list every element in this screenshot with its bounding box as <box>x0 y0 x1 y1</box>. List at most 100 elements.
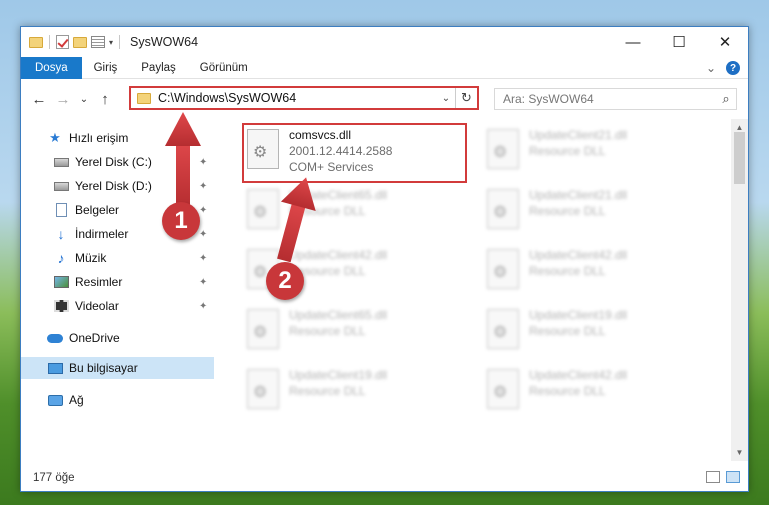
network-icon <box>47 393 63 407</box>
file-name: UpdateClient19.dll <box>529 308 628 322</box>
star-icon: ★ <box>49 130 61 145</box>
tiles-view-icon[interactable] <box>726 471 740 483</box>
details-view-icon[interactable] <box>706 471 720 483</box>
tab-view[interactable]: Görünüm <box>188 57 260 79</box>
sidebar-item-pictures[interactable]: Resimler ✦ <box>21 271 214 293</box>
search-input[interactable]: Ara: SysWOW64 <box>503 92 716 106</box>
sidebar-item-label: Ağ <box>69 393 84 407</box>
properties-check-icon[interactable] <box>56 35 69 49</box>
file-name: UpdateClient21.dll <box>529 188 628 202</box>
customize-toolbar-arrow-icon[interactable]: ▾ <box>109 38 113 47</box>
explorer-window: ▾ SysWOW64 — ☐ ✕ Dosya Giriş Paylaş Görü… <box>20 26 749 492</box>
dll-file-icon <box>247 189 279 229</box>
address-bar[interactable]: C:\Windows\SysWOW64 ⌄ ↻ <box>129 86 479 110</box>
file-item[interactable]: UpdateClient19.dll Resource DLL <box>247 367 477 423</box>
recent-locations-button[interactable]: ⌄ <box>75 94 93 105</box>
file-name: UpdateClient21.dll <box>529 128 628 142</box>
pin-icon[interactable]: ✦ <box>199 277 207 288</box>
status-bar: 177 öğe <box>21 465 748 491</box>
address-text[interactable]: C:\Windows\SysWOW64 <box>158 91 437 105</box>
file-highlight-box <box>242 123 467 183</box>
sidebar-item-label: OneDrive <box>69 331 120 345</box>
dll-file-icon <box>487 309 519 349</box>
search-icon[interactable]: ⌕ <box>716 91 736 107</box>
file-item[interactable]: UpdateClient19.dll Resource DLL <box>487 307 717 363</box>
pin-icon[interactable]: ✦ <box>199 205 207 216</box>
sidebar-item-label: Yerel Disk (C:) <box>75 155 152 169</box>
sidebar-item-label: Yerel Disk (D:) <box>75 179 152 193</box>
window-title: SysWOW64 <box>130 35 199 49</box>
file-description: Resource DLL <box>529 264 606 278</box>
drive-icon <box>53 155 69 169</box>
file-item[interactable]: UpdateClient21.dll Resource DLL <box>487 127 717 183</box>
navigation-pane: ★ Hızlı erişim Yerel Disk (C:) ✦ Yerel D… <box>21 119 216 461</box>
sidebar-item-music[interactable]: ♪ Müzik ✦ <box>21 247 214 269</box>
file-name: UpdateClient65.dll <box>289 188 388 202</box>
file-item[interactable]: UpdateClient65.dll Resource DLL <box>247 307 477 363</box>
search-box[interactable]: Ara: SysWOW64 ⌕ <box>494 88 737 110</box>
file-item[interactable]: UpdateClient42.dll Resource DLL <box>487 367 717 423</box>
forward-button[interactable]: → <box>51 91 75 108</box>
sidebar-item-onedrive[interactable]: OneDrive <box>21 327 214 349</box>
tab-home[interactable]: Giriş <box>82 57 130 79</box>
pictures-icon <box>53 275 69 289</box>
vertical-scrollbar[interactable]: ▲ ▼ <box>731 119 748 461</box>
dll-file-icon <box>247 309 279 349</box>
dll-file-icon <box>247 369 279 409</box>
maximize-button[interactable]: ☐ <box>656 27 702 57</box>
folder-icon <box>29 36 43 48</box>
pin-icon[interactable]: ✦ <box>199 229 207 240</box>
dll-file-icon <box>487 249 519 289</box>
tab-file[interactable]: Dosya <box>21 56 82 79</box>
dll-file-icon <box>487 369 519 409</box>
toolbar-separator <box>119 35 121 49</box>
sidebar-item-label: Videolar <box>75 299 119 313</box>
sidebar-item-this-pc[interactable]: Bu bilgisayar <box>21 357 214 379</box>
sidebar-item-label: Hızlı erişim <box>69 131 129 145</box>
file-description: Resource DLL <box>289 384 366 398</box>
minimize-button[interactable]: — <box>610 27 656 57</box>
file-item[interactable]: UpdateClient21.dll Resource DLL <box>487 187 717 243</box>
file-description: Resource DLL <box>289 204 366 218</box>
back-button[interactable]: ← <box>27 91 51 108</box>
video-icon <box>53 299 69 313</box>
refresh-button[interactable]: ↻ <box>455 88 477 108</box>
sidebar-item-label: Resimler <box>75 275 123 289</box>
file-description: Resource DLL <box>529 384 606 398</box>
cloud-icon <box>47 331 63 345</box>
ribbon-collapse-icon[interactable]: ⌄ <box>706 61 716 75</box>
up-button[interactable]: ↑ <box>93 91 117 108</box>
item-count: 177 öğe <box>33 472 75 484</box>
pin-icon[interactable]: ✦ <box>199 301 207 312</box>
help-icon[interactable]: ? <box>726 61 740 75</box>
sidebar-item-local-disk-c[interactable]: Yerel Disk (C:) ✦ <box>21 151 214 173</box>
sidebar-item-label: İndirmeler <box>75 227 129 241</box>
pin-icon[interactable]: ✦ <box>199 181 207 192</box>
download-icon: ↓ <box>57 226 65 242</box>
scroll-thumb[interactable] <box>734 132 745 184</box>
address-dropdown-icon[interactable]: ⌄ <box>437 93 455 104</box>
drive-icon <box>53 179 69 193</box>
properties-icon[interactable] <box>91 36 105 48</box>
file-description: Resource DLL <box>529 324 606 338</box>
toolbar-separator <box>49 35 50 49</box>
step-badge-1: 1 <box>162 202 200 240</box>
sidebar-item-local-disk-d[interactable]: Yerel Disk (D:) ✦ <box>21 175 214 197</box>
new-folder-icon[interactable] <box>73 36 87 48</box>
sidebar-item-quick-access[interactable]: ★ Hızlı erişim <box>21 127 214 149</box>
ribbon-right-controls: ⌄ ? <box>706 61 740 75</box>
file-name: UpdateClient42.dll <box>289 248 388 262</box>
file-description: Resource DLL <box>529 144 606 158</box>
tab-share[interactable]: Paylaş <box>129 57 188 79</box>
file-item[interactable]: UpdateClient42.dll Resource DLL <box>487 247 717 303</box>
pin-icon[interactable]: ✦ <box>199 157 207 168</box>
file-description: Resource DLL <box>529 204 606 218</box>
scroll-down-icon[interactable]: ▼ <box>731 444 748 461</box>
computer-icon <box>47 361 63 375</box>
file-item[interactable]: UpdateClient65.dll Resource DLL <box>247 187 477 243</box>
sidebar-item-network[interactable]: Ağ <box>21 389 214 411</box>
close-button[interactable]: ✕ <box>702 27 748 57</box>
dll-file-icon <box>487 129 519 169</box>
pin-icon[interactable]: ✦ <box>199 253 207 264</box>
sidebar-item-videos[interactable]: Videolar ✦ <box>21 295 214 317</box>
